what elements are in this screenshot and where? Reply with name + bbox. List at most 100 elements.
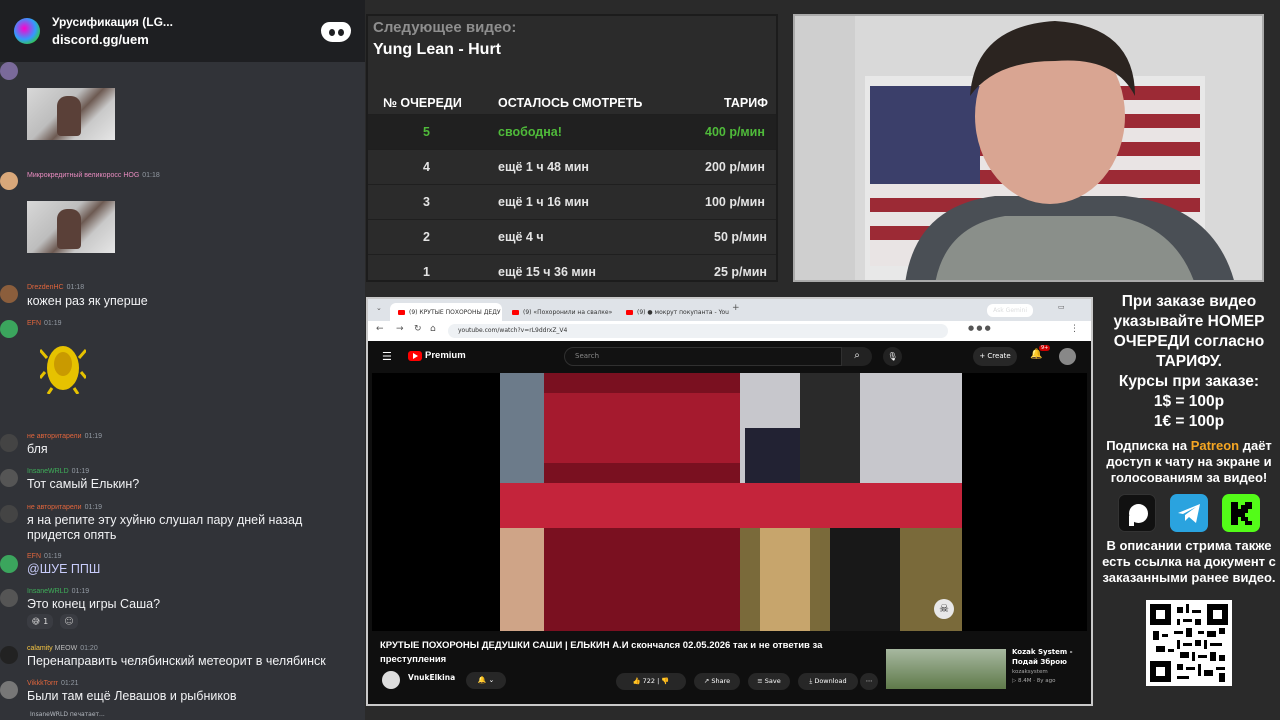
- message-author: не авторитарели: [27, 504, 82, 511]
- column-header-rate: ТАРИФ: [724, 96, 768, 110]
- youtube-topbar: ☰ Premium Search ⌕ 🎙 + Create 🔔 9+: [368, 341, 1091, 373]
- avatar: [0, 62, 18, 80]
- qr-code-image: [1146, 600, 1232, 686]
- author-badge: MEOW: [54, 645, 78, 652]
- message-time: 01:19: [84, 504, 103, 511]
- message-time: 01:20: [80, 645, 98, 652]
- discord-chat-overlay: Урусификация (LG... discord.gg/uem Микро…: [0, 0, 365, 720]
- table-row: 2 ещё 4 ч 50 р/мин: [368, 219, 776, 254]
- table-row: 5 свободна! 400 р/мин: [368, 114, 776, 149]
- browser-menu-icon[interactable]: ⋮: [1070, 324, 1079, 334]
- patreon-note-pre: Подписка на: [1106, 438, 1188, 453]
- recommended-video-thumbnail[interactable]: [886, 649, 1006, 689]
- social-links: [1098, 494, 1280, 532]
- author-badge: HOG: [123, 172, 140, 179]
- time-left: ещё 1 ч 16 мин: [498, 195, 589, 209]
- avatar: [0, 172, 18, 190]
- hamburger-menu-icon[interactable]: ☰: [382, 350, 392, 363]
- url-input[interactable]: youtube.com/watch?v=rL9ddrxZ_V4: [448, 324, 948, 338]
- kick-icon: [1222, 494, 1260, 532]
- avatar: [0, 681, 18, 699]
- youtube-premium-label[interactable]: Premium: [425, 350, 466, 361]
- recommended-video-meta: kozaksystem ▷ 8.4M · 8y ago: [1012, 669, 1056, 684]
- reaction[interactable]: 😅 1: [27, 614, 53, 629]
- add-reaction-icon[interactable]: ☺: [60, 614, 78, 629]
- message-time: 01:19: [84, 433, 103, 440]
- server-invite: discord.gg/uem: [52, 32, 149, 47]
- rate: 400 р/мин: [705, 125, 765, 139]
- webcam-feed: [793, 14, 1264, 282]
- message-time: 01:21: [60, 680, 79, 687]
- more-actions-icon[interactable]: ⋯: [860, 673, 878, 690]
- channel-avatar[interactable]: [382, 671, 400, 689]
- subscription-bell-button[interactable]: 🔔 ⌄: [466, 672, 506, 689]
- typing-indicator: InsaneWRLD печатает...: [30, 711, 105, 718]
- time-left: свободна!: [498, 125, 562, 139]
- message-time: 01:18: [142, 172, 160, 179]
- message-text: я на репите эту хуйню слушал пару дней н…: [27, 513, 303, 527]
- message-text: кожен раз як уперше: [27, 294, 148, 308]
- youtube-favicon-icon: [626, 309, 633, 315]
- message-author: Микрокредитный великоросс: [27, 172, 122, 179]
- new-tab-icon[interactable]: +: [732, 303, 740, 313]
- video-player[interactable]: ☠: [372, 373, 1087, 631]
- home-icon[interactable]: ⌂: [430, 324, 436, 334]
- window-restore-icon[interactable]: ▭: [1058, 303, 1065, 311]
- save-button[interactable]: ≡ Save: [748, 673, 790, 690]
- next-video-title: Yung Lean - Hurt: [373, 41, 501, 58]
- message-text: Были там ещё Левашов и рыбников: [27, 689, 237, 703]
- create-button[interactable]: + Create: [973, 347, 1017, 366]
- like-dislike-button[interactable]: 👍 722 | 👎: [616, 673, 686, 690]
- message-time: 01:19: [44, 320, 62, 327]
- extensions-icon[interactable]: ● ● ●: [968, 324, 991, 332]
- avatar: [0, 505, 18, 523]
- back-icon[interactable]: ←: [376, 324, 384, 334]
- video-frame: ☠: [500, 373, 962, 631]
- video-queue-panel: Следующее видео: Yung Lean - Hurt № ОЧЕР…: [366, 14, 778, 282]
- search-input[interactable]: Search: [564, 347, 842, 366]
- message-text: Это конец игры Саша?: [27, 597, 161, 611]
- message-text-line2: придется опять: [27, 528, 117, 542]
- thumbs-up-icon: 👍: [632, 677, 641, 685]
- time-left: ещё 4 ч: [498, 230, 544, 244]
- notification-count-badge: 9+: [1039, 345, 1051, 351]
- message-author: InsaneWRLD: [27, 588, 69, 595]
- youtube-logo-icon[interactable]: [408, 351, 422, 361]
- tab-youtube-active[interactable]: (9) КРУТЫЕ ПОХОРОНЫ ДЕДУ: [390, 303, 502, 321]
- server-name: Урусификация (LG...: [52, 15, 173, 29]
- avatar: [0, 320, 18, 338]
- avatar: [0, 285, 18, 303]
- avatar[interactable]: [1059, 348, 1076, 365]
- tab-youtube-3[interactable]: (9) ● мокрут покупанта - You: [618, 303, 730, 321]
- forward-icon[interactable]: →: [396, 324, 404, 334]
- chat-image: [27, 88, 115, 140]
- column-header-queue-number: № ОЧЕРЕДИ: [383, 96, 462, 110]
- download-button[interactable]: ⤓ Download: [798, 673, 858, 690]
- channel-name[interactable]: VnukElkina: [408, 673, 455, 682]
- telegram-icon: [1170, 494, 1208, 532]
- queue-number: 4: [423, 160, 430, 174]
- message-time: 01:19: [71, 588, 90, 595]
- share-icon: ↗: [703, 677, 710, 685]
- rate: 50 р/мин: [714, 230, 767, 244]
- share-button[interactable]: ↗ Share: [694, 673, 740, 690]
- tab-list-icon[interactable]: ⌄: [376, 304, 382, 312]
- message-text: Тот самый Елькин?: [27, 477, 140, 491]
- chat-image: [27, 201, 115, 253]
- tab-bar: ⌄ (9) КРУТЫЕ ПОХОРОНЫ ДЕДУ (9) «Похорони…: [368, 299, 1091, 321]
- message-author: InsaneWRLD: [27, 468, 69, 475]
- ask-gemini-button[interactable]: Ask Gemini: [987, 304, 1033, 317]
- search-icon[interactable]: ⌕: [842, 347, 872, 366]
- queue-number: 1: [423, 265, 430, 279]
- webcam-image: [795, 16, 1262, 280]
- reload-icon[interactable]: ↻: [414, 324, 422, 334]
- recommended-video-title[interactable]: Kozak System - Подай Зброю: [1012, 647, 1073, 667]
- address-bar-row: ← → ↻ ⌂ youtube.com/watch?v=rL9ddrxZ_V4 …: [368, 321, 1091, 341]
- rate: 200 р/мин: [705, 160, 765, 174]
- message-time: 01:19: [71, 468, 90, 475]
- microphone-icon[interactable]: 🎙: [883, 347, 902, 366]
- patreon-link: Patreon: [1190, 438, 1240, 453]
- message-author: EFN: [27, 320, 41, 327]
- avatar: [0, 555, 18, 573]
- tab-youtube-2[interactable]: (9) «Похоронили на свалке»: [504, 303, 616, 321]
